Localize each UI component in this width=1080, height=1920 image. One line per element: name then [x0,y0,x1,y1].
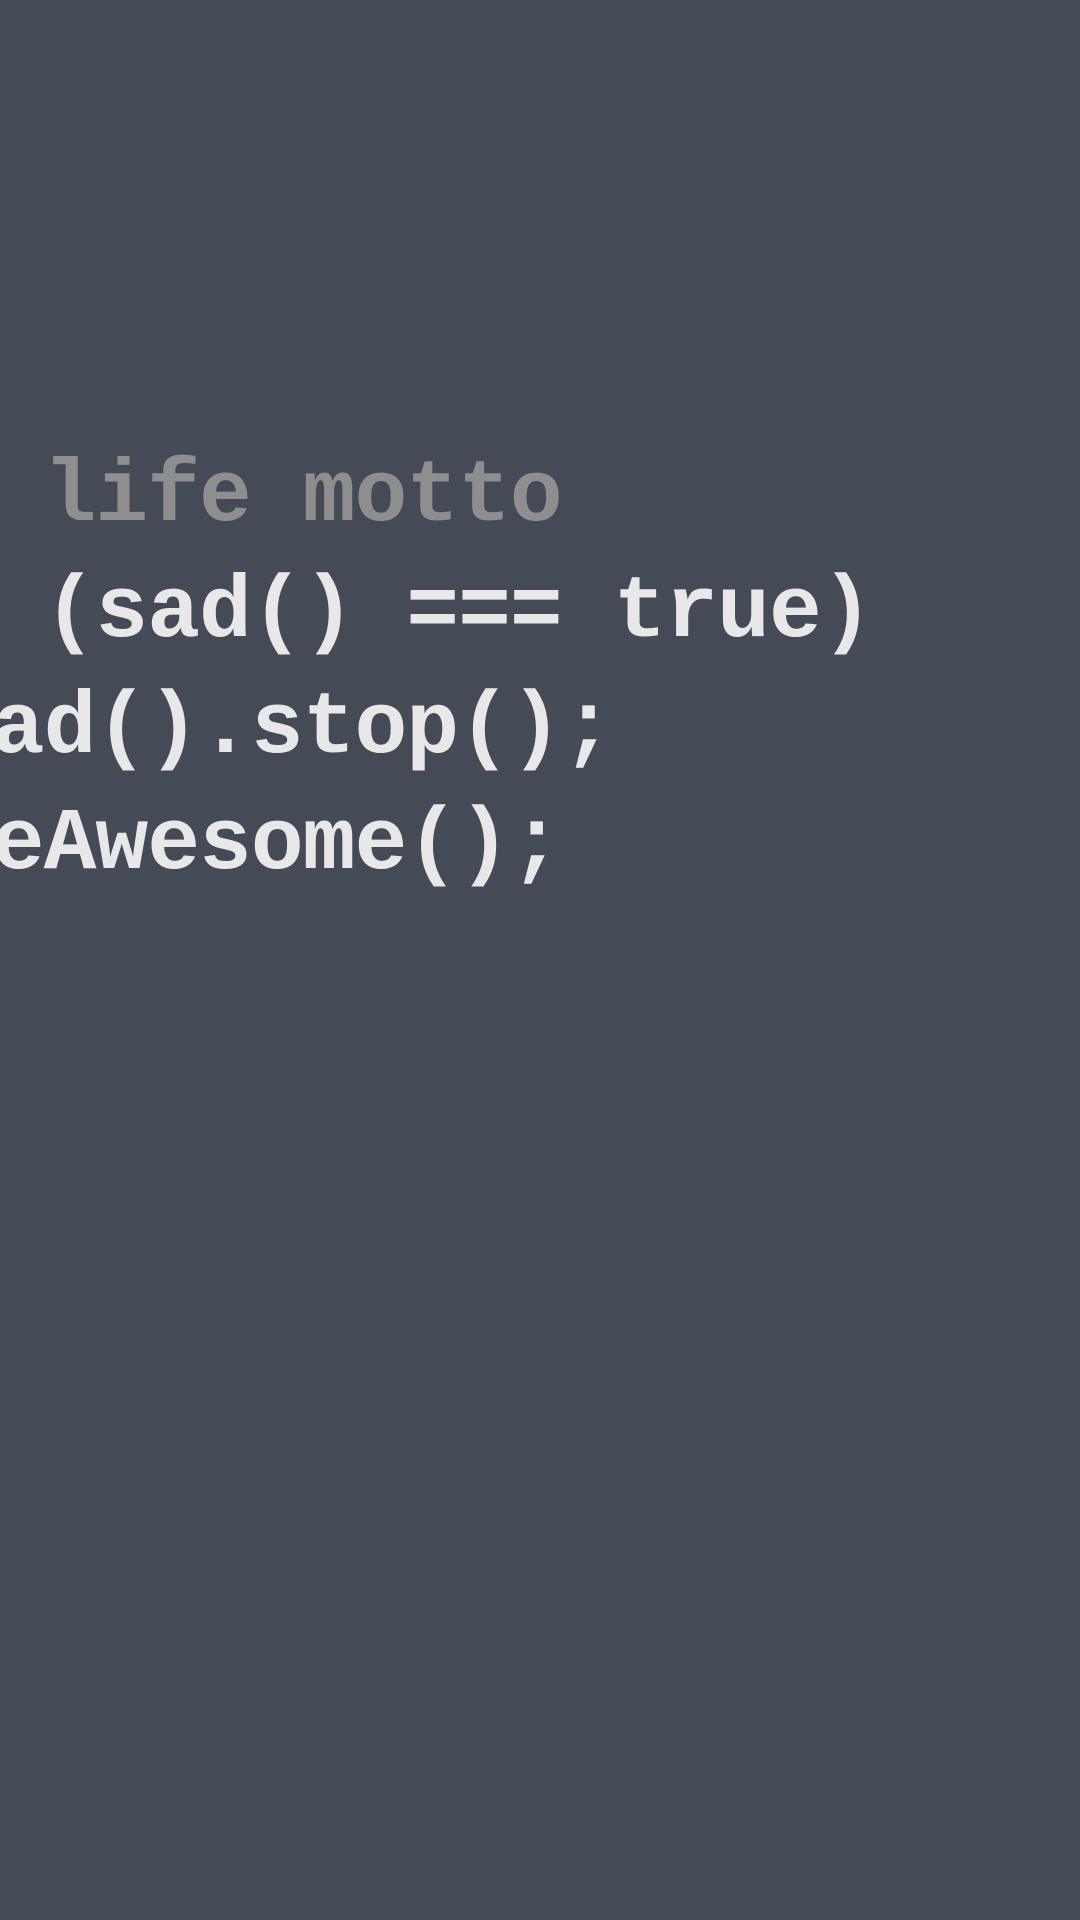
code-line-3: beAwesome(); [0,788,873,904]
code-line-2: sad().stop(); [0,672,873,788]
code-snippet: / life motto f (sad() === true) sad().st… [0,440,873,905]
code-comment: / life motto [0,440,873,556]
code-line-1: f (sad() === true) [0,556,873,672]
